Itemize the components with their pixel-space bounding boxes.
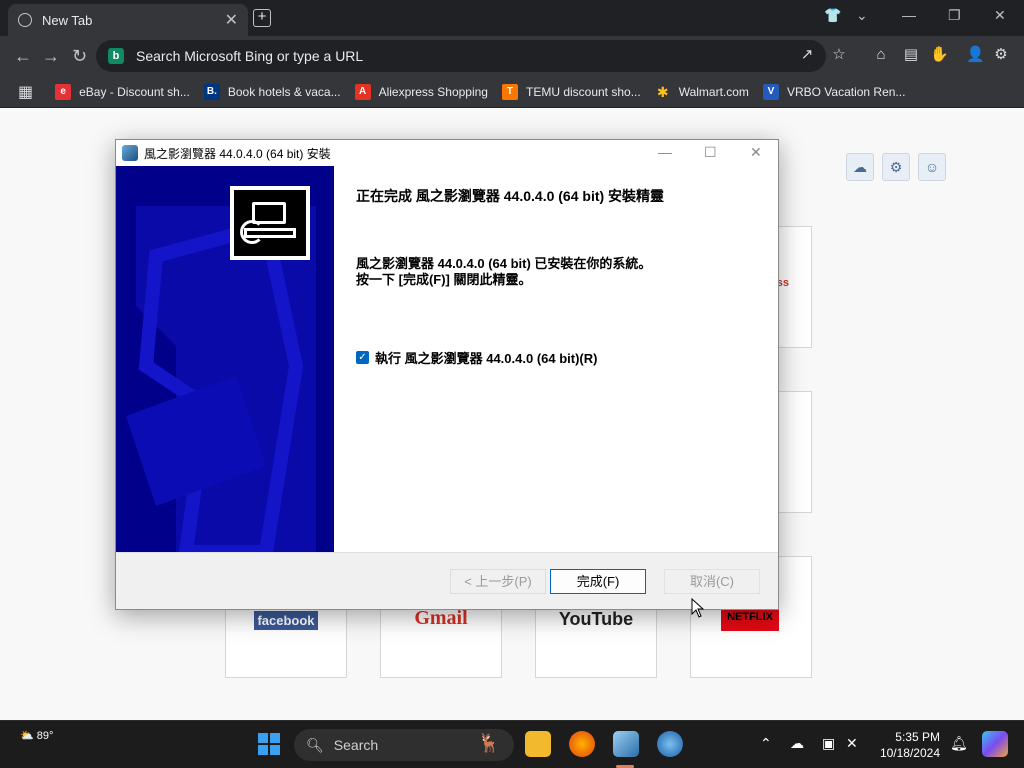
message-line-1: 風之影瀏覽器 44.0.4.0 (64 bit) 已安裝在你的系統。	[356, 256, 652, 271]
dialog-maximize-button[interactable]: ☐	[704, 144, 717, 161]
bookmark-temu[interactable]: T TEMU discount sho...	[501, 83, 641, 100]
temu-icon: T	[501, 83, 518, 100]
bookmark-walmart[interactable]: ✱ Walmart.com	[655, 84, 749, 100]
installer-logo	[230, 186, 310, 260]
sidebar-icon[interactable]: ▤	[902, 46, 920, 64]
mouse-cursor-icon	[691, 598, 705, 618]
star-icon[interactable]: ☆	[830, 46, 848, 64]
globe-icon	[18, 13, 32, 27]
ebay-icon: e	[55, 83, 72, 100]
browser-tabstrip: New Tab ✕ + 👕 ⌄ — ❐ ✕	[0, 0, 1024, 36]
dialog-title: 風之影瀏覽器 44.0.4.0 (64 bit) 安裝	[144, 146, 331, 161]
address-bar[interactable]: b Search Microsoft Bing or type a URL	[96, 40, 826, 72]
tab-close-icon[interactable]: ✕	[225, 10, 238, 30]
walmart-icon: ✱	[656, 83, 669, 100]
minimize-button[interactable]: —	[902, 0, 916, 30]
restore-button[interactable]: ❐	[948, 0, 961, 30]
wizard-banner	[116, 166, 334, 552]
finish-button[interactable]: 完成(F)	[550, 569, 646, 594]
tshirt-icon[interactable]: 👕	[824, 0, 841, 30]
new-tab-button[interactable]: +	[253, 9, 271, 27]
display-icon[interactable]: ▣	[822, 735, 835, 752]
run-after-install-checkbox[interactable]: ✓ 執行 風之影瀏覽器 44.0.4.0 (64 bit)(R)	[356, 348, 597, 367]
notification-bell-icon[interactable]: 🔔︎	[950, 735, 968, 752]
extension-icon[interactable]: ✋	[930, 46, 949, 64]
back-icon[interactable]: ←	[14, 46, 32, 67]
checkbox-label[interactable]: 執行 風之影瀏覽器 44.0.4.0 (64 bit)(R)	[375, 348, 597, 367]
weather-widget[interactable]: ⛅ 89°	[20, 729, 53, 742]
dialog-minimize-button[interactable]: —	[658, 144, 672, 160]
wizard-heading: 正在完成 風之影瀏覽器 44.0.4.0 (64 bit) 安裝精靈	[356, 188, 665, 204]
file-explorer-icon[interactable]	[525, 731, 551, 757]
browser-toolbar: ← → ↻ b Search Microsoft Bing or type a …	[0, 36, 1024, 76]
wizard-content: 正在完成 風之影瀏覽器 44.0.4.0 (64 bit) 安裝精靈 風之影瀏覽…	[334, 166, 778, 552]
bookmark-ebay[interactable]: e eBay - Discount sh...	[55, 83, 190, 100]
firefox-icon[interactable]	[569, 731, 595, 757]
reload-icon[interactable]: ↻	[72, 46, 87, 67]
clock-time: 5:35 PM	[895, 730, 940, 744]
installer-taskbar-icon[interactable]	[613, 731, 639, 757]
search-highlight-icon: 🦌	[477, 733, 500, 753]
installer-app-icon	[122, 145, 138, 161]
cancel-button[interactable]: 取消(C)	[664, 569, 760, 594]
system-clock[interactable]: 5:35 PM 10/18/2024	[876, 729, 940, 761]
taskbar-search[interactable]: 🔍︎ Search 🦌	[294, 729, 514, 761]
bookmarks-bar: ▦ e eBay - Discount sh... B. Book hotels &…	[0, 76, 1024, 108]
bookmark-vrbo[interactable]: V VRBO Vacation Ren...	[762, 83, 905, 100]
bookmark-booking[interactable]: B. Book hotels & vaca...	[203, 83, 341, 100]
chevron-up-icon[interactable]: ⌃	[760, 735, 772, 752]
apps-grid-icon[interactable]: ▦	[18, 82, 33, 102]
address-placeholder: Search Microsoft Bing or type a URL	[136, 48, 364, 64]
gmail-logo: Gmail	[414, 607, 468, 629]
clock-date: 10/18/2024	[879, 746, 940, 760]
tab-new-tab[interactable]: New Tab ✕	[8, 4, 248, 36]
profile-icon[interactable]: 👤	[966, 46, 985, 64]
users-icon[interactable]: ☺	[918, 153, 946, 181]
cloud-icon[interactable]: ☁	[846, 153, 874, 181]
booking-icon: B.	[203, 83, 220, 100]
chevron-down-icon[interactable]: ⌄	[856, 0, 868, 30]
wizard-message: 風之影瀏覽器 44.0.4.0 (64 bit) 已安裝在你的系統。 按一下 […	[356, 256, 651, 288]
network-icon[interactable]: ☁	[790, 735, 804, 752]
home-icon[interactable]: ⌂	[872, 46, 890, 64]
installer-dialog: 風之影瀏覽器 44.0.4.0 (64 bit) 安裝 — ☐ ✕ 正在完成 風…	[115, 139, 779, 610]
dialog-titlebar[interactable]: 風之影瀏覽器 44.0.4.0 (64 bit) 安裝 — ☐ ✕	[116, 140, 778, 166]
close-window-button[interactable]: ✕	[994, 0, 1006, 30]
share-icon[interactable]: ↗	[798, 46, 816, 64]
copilot-icon[interactable]	[982, 731, 1008, 757]
checkmark-icon[interactable]: ✓	[356, 351, 369, 364]
taskbar-search-label: Search	[333, 737, 379, 753]
message-line-2: 按一下 [完成(F)] 關閉此精靈。	[356, 272, 532, 287]
volume-muted-icon[interactable]: ✕	[846, 735, 858, 752]
back-button[interactable]: < 上一步(P)	[450, 569, 546, 594]
windows-taskbar: ⛅ 89° 🔍︎ Search 🦌 ⌃ ☁ ▣ ✕ 5:35 PM 10/18/…	[0, 720, 1024, 768]
aliexpress-icon: A	[354, 83, 371, 100]
vrbo-icon: V	[762, 83, 779, 100]
settings-gear-icon[interactable]: ⚙	[992, 46, 1010, 64]
bing-icon: b	[108, 48, 124, 64]
weather-temp: 89°	[36, 730, 54, 742]
browser-taskbar-icon[interactable]	[657, 731, 683, 757]
forward-icon[interactable]: →	[42, 46, 60, 67]
search-icon: 🔍︎	[306, 736, 324, 753]
bookmark-aliexpress[interactable]: A Aliexpress Shopping	[354, 83, 488, 100]
page-quick-icons: ☁ ⚙ ☺	[846, 153, 946, 181]
wizard-footer: < 上一步(P) 完成(F) 取消(C)	[116, 552, 778, 610]
settings-icon[interactable]: ⚙	[882, 153, 910, 181]
weather-icon: ⛅	[20, 730, 34, 742]
windows-start-icon[interactable]	[258, 733, 280, 755]
tab-title: New Tab	[42, 12, 93, 28]
dialog-close-button[interactable]: ✕	[750, 144, 762, 161]
facebook-logo: facebook	[254, 611, 318, 630]
youtube-logo: YouTube	[558, 609, 634, 629]
